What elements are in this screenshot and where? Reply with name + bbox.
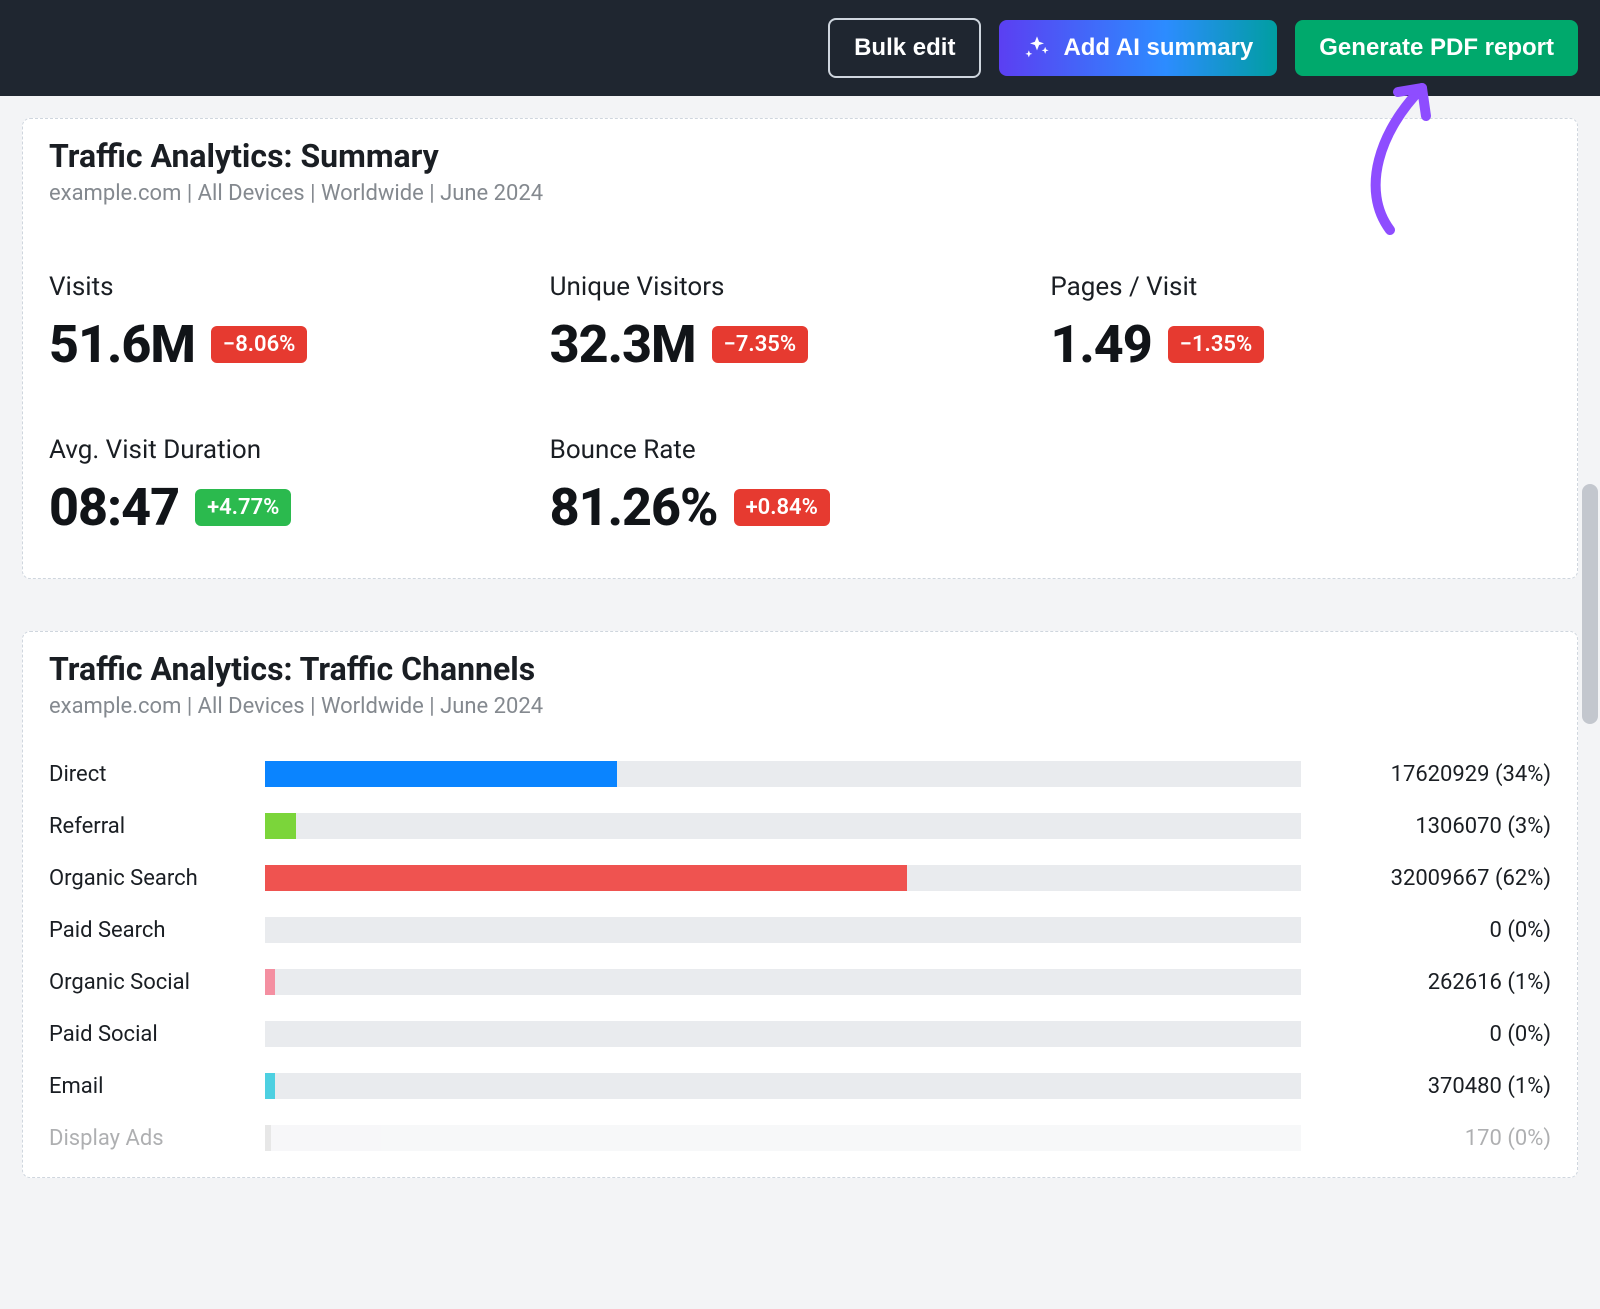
kpi-grid: Visits 51.6M −8.06% Unique Visitors 32.3M −7.… bbox=[23, 212, 1577, 578]
scrollbar-thumb[interactable] bbox=[1582, 484, 1598, 724]
channel-value: 32009667 (62%) bbox=[1321, 866, 1551, 891]
channel-bar-fill bbox=[265, 761, 617, 787]
summary-header: Traffic Analytics: Summary example.com |… bbox=[23, 119, 1577, 212]
channel-bar-fill bbox=[265, 865, 907, 891]
kpi-value: 81.26% bbox=[550, 477, 718, 538]
kpi-cell-avg-visit-duration: Avg. Visit Duration 08:47 +4.77% bbox=[49, 435, 550, 538]
kpi-label: Avg. Visit Duration bbox=[49, 435, 550, 465]
channel-value: 170 (0%) bbox=[1321, 1126, 1551, 1151]
kpi-value-row: 1.49 −1.35% bbox=[1050, 314, 1551, 375]
channel-bar-fill bbox=[265, 1073, 275, 1099]
bulk-edit-button[interactable]: Bulk edit bbox=[828, 18, 981, 78]
channel-label: Paid Social bbox=[49, 1022, 245, 1047]
channel-label: Paid Search bbox=[49, 918, 245, 943]
channel-row-referral: Referral 1306070 (3%) bbox=[49, 813, 1551, 839]
channel-bar-fill bbox=[265, 1125, 271, 1151]
channel-row-direct: Direct 17620929 (34%) bbox=[49, 761, 1551, 787]
channel-bar bbox=[265, 813, 1301, 839]
ai-summary-label: Add AI summary bbox=[1063, 34, 1253, 62]
channels-subtitle: example.com | All Devices | Worldwide | … bbox=[49, 694, 1551, 719]
channel-value: 262616 (1%) bbox=[1321, 970, 1551, 995]
channel-value: 1306070 (3%) bbox=[1321, 814, 1551, 839]
channels-panel: Traffic Analytics: Traffic Channels exam… bbox=[22, 631, 1578, 1178]
generate-pdf-button[interactable]: Generate PDF report bbox=[1295, 20, 1578, 76]
channel-bar bbox=[265, 1073, 1301, 1099]
channel-label: Direct bbox=[49, 762, 245, 787]
channel-value: 0 (0%) bbox=[1321, 1022, 1551, 1047]
channel-value: 0 (0%) bbox=[1321, 918, 1551, 943]
kpi-value: 51.6M bbox=[49, 314, 195, 375]
channel-value: 370480 (1%) bbox=[1321, 1074, 1551, 1099]
kpi-label: Unique Visitors bbox=[550, 272, 1051, 302]
channel-label: Referral bbox=[49, 814, 245, 839]
kpi-value-row: 51.6M −8.06% bbox=[49, 314, 550, 375]
channel-row-organic-social: Organic Social 262616 (1%) bbox=[49, 969, 1551, 995]
channel-label: Email bbox=[49, 1074, 245, 1099]
channel-row-organic-search: Organic Search 32009667 (62%) bbox=[49, 865, 1551, 891]
channel-value: 17620929 (34%) bbox=[1321, 762, 1551, 787]
page-content: Traffic Analytics: Summary example.com |… bbox=[0, 96, 1600, 1200]
add-ai-summary-button[interactable]: Add AI summary bbox=[999, 20, 1277, 76]
channel-bar bbox=[265, 1021, 1301, 1047]
kpi-delta-badge: +4.77% bbox=[195, 489, 291, 526]
kpi-cell-unique-visitors: Unique Visitors 32.3M −7.35% bbox=[550, 272, 1051, 375]
channels-title: Traffic Analytics: Traffic Channels bbox=[49, 650, 1551, 688]
channel-row-display-ads: Display Ads 170 (0%) bbox=[49, 1125, 1551, 1151]
bulk-edit-label: Bulk edit bbox=[854, 34, 955, 62]
kpi-value-row: 81.26% +0.84% bbox=[550, 477, 1051, 538]
channels-chart: Direct 17620929 (34%) Referral 1306070 (3%)… bbox=[23, 725, 1577, 1177]
kpi-label: Bounce Rate bbox=[550, 435, 1051, 465]
channel-bar bbox=[265, 761, 1301, 787]
channel-label: Organic Search bbox=[49, 866, 245, 891]
summary-title: Traffic Analytics: Summary bbox=[49, 137, 1551, 175]
kpi-label: Visits bbox=[49, 272, 550, 302]
kpi-value: 32.3M bbox=[550, 314, 696, 375]
channel-label: Organic Social bbox=[49, 970, 245, 995]
pdf-report-label: Generate PDF report bbox=[1319, 34, 1554, 62]
kpi-delta-badge: −1.35% bbox=[1168, 326, 1264, 363]
kpi-label: Pages / Visit bbox=[1050, 272, 1551, 302]
channel-bar bbox=[265, 969, 1301, 995]
channel-bar-fill bbox=[265, 969, 275, 995]
channel-row-paid-search: Paid Search 0 (0%) bbox=[49, 917, 1551, 943]
channel-bar bbox=[265, 917, 1301, 943]
kpi-value: 08:47 bbox=[49, 477, 179, 538]
channel-bar-fill bbox=[265, 813, 296, 839]
summary-panel: Traffic Analytics: Summary example.com |… bbox=[22, 118, 1578, 579]
channel-label: Display Ads bbox=[49, 1126, 245, 1151]
channel-row-email: Email 370480 (1%) bbox=[49, 1073, 1551, 1099]
summary-subtitle: example.com | All Devices | Worldwide | … bbox=[49, 181, 1551, 206]
kpi-delta-badge: +0.84% bbox=[734, 489, 830, 526]
channel-row-paid-social: Paid Social 0 (0%) bbox=[49, 1021, 1551, 1047]
kpi-delta-badge: −8.06% bbox=[211, 326, 307, 363]
channel-bar bbox=[265, 1125, 1301, 1151]
channel-bar bbox=[265, 865, 1301, 891]
topbar: Bulk edit Add AI summary Generate PDF re… bbox=[0, 0, 1600, 96]
kpi-cell-bounce-rate: Bounce Rate 81.26% +0.84% bbox=[550, 435, 1051, 538]
kpi-value-row: 08:47 +4.77% bbox=[49, 477, 550, 538]
sparkle-icon bbox=[1023, 34, 1051, 62]
kpi-cell-visits: Visits 51.6M −8.06% bbox=[49, 272, 550, 375]
kpi-value: 1.49 bbox=[1050, 314, 1151, 375]
channels-header: Traffic Analytics: Traffic Channels exam… bbox=[23, 632, 1577, 725]
kpi-cell-pages-visit: Pages / Visit 1.49 −1.35% bbox=[1050, 272, 1551, 375]
kpi-delta-badge: −7.35% bbox=[712, 326, 808, 363]
kpi-value-row: 32.3M −7.35% bbox=[550, 314, 1051, 375]
